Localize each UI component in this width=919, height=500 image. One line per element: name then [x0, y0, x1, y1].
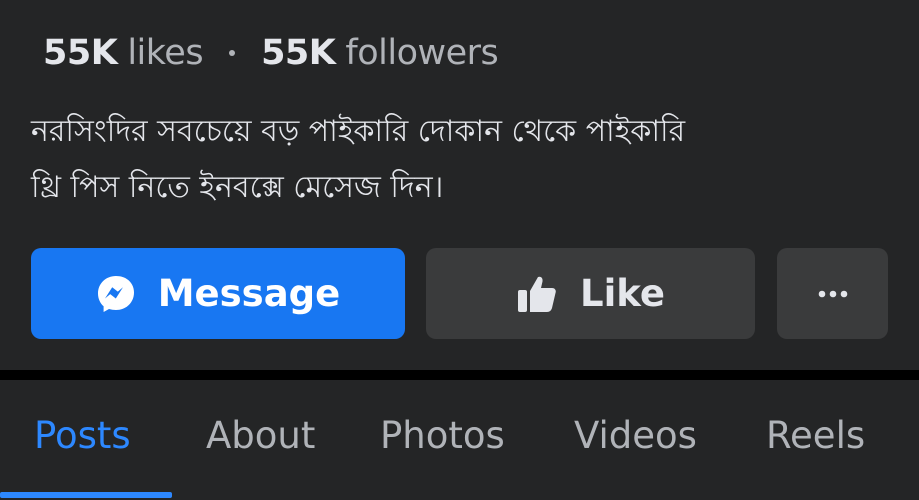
like-button-label: Like	[580, 272, 665, 315]
more-dots-icon	[818, 290, 848, 298]
tab-reels[interactable]: Reels	[766, 414, 865, 457]
section-divider	[0, 370, 919, 380]
likes-label[interactable]: likes	[127, 33, 203, 73]
more-options-button[interactable]	[777, 248, 888, 339]
followers-label[interactable]: followers	[345, 33, 498, 73]
like-button[interactable]: Like	[426, 248, 755, 339]
followers-count[interactable]: 55K	[261, 33, 336, 73]
tab-about[interactable]: About	[206, 414, 315, 457]
page-bio: নরসিংদির সবচেয়ে বড় পাইকারি দোকান থেকে …	[31, 104, 891, 216]
separator-dot	[229, 50, 236, 56]
bio-line-2: থ্রি পিস নিতে ইনবক্সে মেসেজ দিন।	[31, 170, 444, 205]
message-button[interactable]: Message	[31, 248, 405, 339]
thumbs-up-icon	[516, 273, 558, 315]
cut-off-page-name	[60, 0, 800, 6]
active-tab-indicator	[0, 492, 172, 498]
messenger-icon	[96, 274, 136, 314]
tab-photos[interactable]: Photos	[380, 414, 505, 457]
tab-videos[interactable]: Videos	[574, 414, 697, 457]
page-stats: 55K likes 55K followers	[43, 30, 499, 76]
likes-count[interactable]: 55K	[43, 33, 118, 73]
message-button-label: Message	[157, 272, 341, 315]
tab-posts[interactable]: Posts	[34, 414, 131, 457]
facebook-page-header: 55K likes 55K followers নরসিংদির সবচেয়ে…	[0, 0, 919, 500]
page-tabs: Posts About Photos Videos Reels	[0, 380, 919, 500]
bio-line-1: নরসিংদির সবচেয়ে বড় পাইকারি দোকান থেকে …	[31, 114, 686, 149]
